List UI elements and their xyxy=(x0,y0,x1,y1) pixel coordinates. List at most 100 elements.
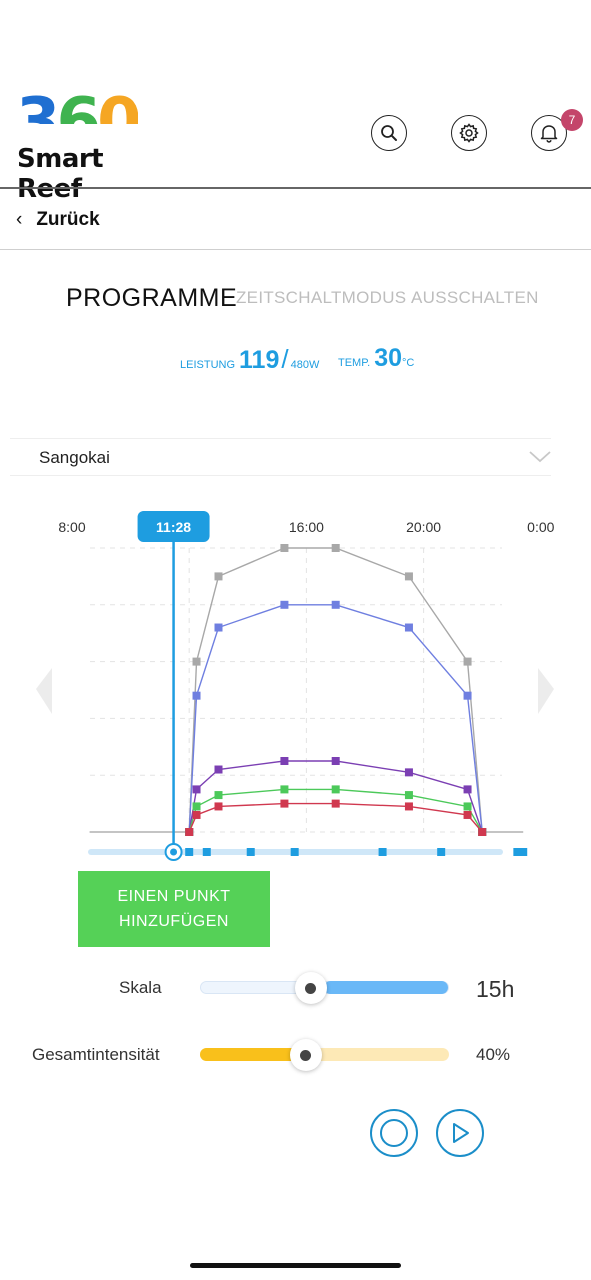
series-point xyxy=(331,799,340,808)
series-point xyxy=(331,785,340,794)
x-tick-label: 20:00 xyxy=(406,519,441,535)
timeline-point xyxy=(378,848,387,856)
series-point xyxy=(404,802,413,811)
scale-slider-handle[interactable] xyxy=(294,972,327,1004)
series-point xyxy=(192,802,201,811)
add-point-line1: EINEN PUNKT xyxy=(117,888,231,905)
timeline-bar xyxy=(88,848,528,856)
scale-value: 15h xyxy=(476,976,515,1002)
timeline-point xyxy=(437,848,446,856)
intensity-label: Gesamtintensität xyxy=(32,1045,160,1064)
add-point-line2: HINZUFÜGEN xyxy=(119,913,229,930)
series-point xyxy=(214,791,223,800)
add-point-button[interactable]: EINEN PUNKT HINZUFÜGEN xyxy=(78,871,270,947)
back-button[interactable]: ‹ Zurück xyxy=(16,209,100,231)
series-point xyxy=(331,600,340,609)
series-point xyxy=(404,768,413,777)
timeline-point xyxy=(290,848,299,856)
timeline-point xyxy=(246,848,255,856)
series-point xyxy=(404,791,413,800)
power-label: LEISTUNG xyxy=(180,359,236,371)
light-program-chart[interactable]: 8:00 16:00 20:00 0:00 11:28 xyxy=(0,500,591,870)
search-button[interactable] xyxy=(371,115,407,151)
series-point xyxy=(331,544,340,552)
power-max: 480W xyxy=(290,359,320,371)
select-bottom-divider xyxy=(10,475,551,476)
temp-value: 30 xyxy=(374,344,403,372)
intensity-slider-handle[interactable] xyxy=(289,1039,322,1071)
series-point xyxy=(331,757,340,765)
power-value: 119 xyxy=(239,346,280,374)
record-icon xyxy=(380,1119,408,1147)
intensity-slider-fill xyxy=(200,1048,300,1061)
series-point xyxy=(280,544,289,552)
series-point xyxy=(280,785,289,794)
bell-icon xyxy=(540,125,558,143)
series-point xyxy=(478,828,487,836)
series-point xyxy=(214,623,223,632)
search-icon xyxy=(381,125,397,141)
x-tick-label: 8:00 xyxy=(58,519,85,535)
series-point xyxy=(214,765,223,774)
tab-programme[interactable]: PROGRAMME xyxy=(66,284,237,313)
back-label: Zurück xyxy=(36,209,100,230)
nav-divider xyxy=(0,249,591,250)
series-point xyxy=(192,657,201,666)
tab-zeitschaltmodus[interactable]: ZEITSCHALTMODUS xyxy=(236,288,406,308)
chart-next-arrow[interactable] xyxy=(538,668,554,714)
select-top-divider xyxy=(10,438,551,439)
series-point xyxy=(404,572,413,581)
series-point xyxy=(280,799,289,808)
scale-label: Skala xyxy=(119,978,162,997)
series-point xyxy=(185,828,194,836)
series-point xyxy=(280,600,289,609)
intensity-value: 40% xyxy=(476,1045,511,1064)
chart-series xyxy=(185,544,487,836)
temp-label: TEMP. xyxy=(338,357,371,369)
scale-slider-fill xyxy=(323,981,448,994)
play-icon xyxy=(453,1123,469,1143)
header-divider xyxy=(0,187,591,189)
timeline-point xyxy=(185,848,194,856)
x-axis-ticks: 8:00 16:00 20:00 0:00 xyxy=(58,519,554,535)
temp-stat: TEMP. 30 °C xyxy=(338,344,414,373)
series-point xyxy=(463,657,472,666)
logo-number: 360 xyxy=(16,90,138,124)
program-select[interactable]: Sangokai xyxy=(39,448,110,468)
tab-ausschalten[interactable]: AUSSCHALTEN xyxy=(411,288,539,308)
x-tick-label: 16:00 xyxy=(289,519,324,535)
series-point xyxy=(463,691,472,700)
series-point xyxy=(463,802,472,811)
chevron-left-icon: ‹ xyxy=(16,209,23,230)
notification-badge: 7 xyxy=(561,109,583,131)
series-point xyxy=(280,757,289,765)
intensity-handle-dot xyxy=(300,1049,312,1061)
current-time-label: 11:28 xyxy=(156,519,191,535)
intensity-slider-track[interactable] xyxy=(200,1048,449,1061)
timeline-point xyxy=(202,848,211,856)
series-point xyxy=(463,785,472,794)
chart-prev-arrow[interactable] xyxy=(36,668,52,714)
series-point xyxy=(404,623,413,632)
series-point xyxy=(192,691,201,700)
series-point xyxy=(192,810,201,819)
series-point xyxy=(214,572,223,581)
temp-unit: °C xyxy=(402,357,415,369)
home-indicator xyxy=(190,1263,401,1268)
series-point xyxy=(214,802,223,811)
current-time-handle-inner xyxy=(170,848,178,856)
logo-brand: Smart Reef xyxy=(17,144,104,204)
timeline-point xyxy=(519,848,528,856)
series-line xyxy=(188,802,483,833)
series-point xyxy=(463,810,472,819)
app-logo: 360 Smart Reef xyxy=(16,90,176,204)
series-line xyxy=(188,760,483,833)
chevron-down-icon[interactable] xyxy=(528,446,552,466)
stop-button[interactable] xyxy=(370,1109,418,1157)
settings-button[interactable] xyxy=(451,115,487,151)
play-button[interactable] xyxy=(436,1109,484,1157)
gear-icon xyxy=(459,123,479,143)
power-stat: LEISTUNG 119 / 480W xyxy=(180,344,319,375)
series-point xyxy=(192,785,201,794)
scale-handle-dot xyxy=(305,982,316,994)
